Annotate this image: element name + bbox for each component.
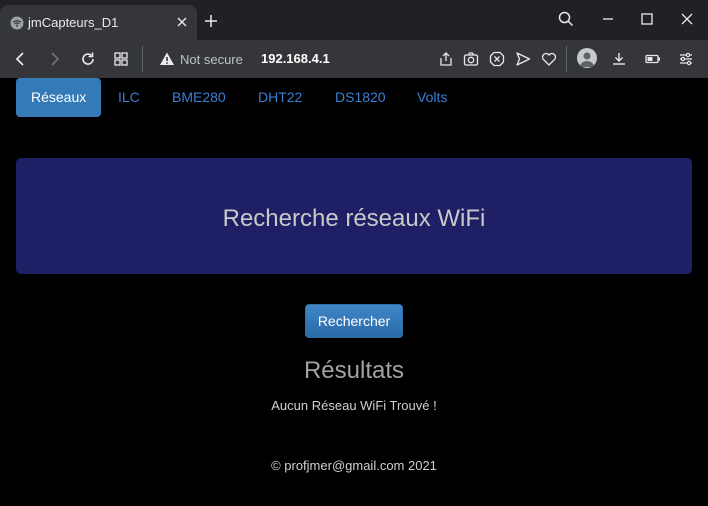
heart-icon[interactable] [540,50,558,68]
warning-icon[interactable] [158,50,176,68]
profile-avatar[interactable] [577,48,597,68]
send-icon[interactable] [514,50,532,68]
user-icon [580,52,594,67]
security-label[interactable]: Not secure [180,52,243,67]
forward-icon[interactable] [45,50,63,68]
results-heading: Résultats [303,357,405,384]
tab-ds1820[interactable]: DS1820 [335,78,386,117]
close-tab-icon[interactable] [176,16,188,28]
search-button[interactable]: Rechercher [305,304,403,338]
adblock-icon[interactable] [488,50,506,68]
browser-tab[interactable]: jmCapteurs_D1 [0,5,197,40]
minimize-icon[interactable] [599,10,617,28]
tab-bme280[interactable]: BME280 [172,78,226,117]
tab-title: jmCapteurs_D1 [28,15,119,30]
address-toolbar: Not secure 192.168.4.1 [0,40,708,78]
results-message: Aucun Réseau WiFi Trouvé ! [271,398,437,413]
toolbar-separator [566,46,567,72]
search-tabs-icon[interactable] [557,10,575,28]
tab-volts[interactable]: Volts [417,78,447,117]
footer-copyright: © profjmer@gmail.com 2021 [271,458,437,473]
new-tab-icon[interactable] [204,14,218,28]
camera-icon[interactable] [462,50,480,68]
battery-icon[interactable] [644,50,662,68]
browser-title-bar: jmCapteurs_D1 [0,0,708,40]
share-icon[interactable] [437,50,455,68]
close-window-icon[interactable] [678,10,696,28]
jumbotron-panel: Recherche réseaux WiFi [16,158,692,274]
tab-ilc[interactable]: ILC [118,78,140,117]
tab-reseaux[interactable]: Réseaux [16,78,102,117]
reload-icon[interactable] [79,50,97,68]
tab-dht22[interactable]: DHT22 [258,78,302,117]
download-icon[interactable] [610,50,628,68]
url-field[interactable]: 192.168.4.1 [261,51,330,66]
settings-sliders-icon[interactable] [677,50,695,68]
tab-grid-icon[interactable] [112,50,130,68]
maximize-icon[interactable] [638,10,656,28]
wifi-icon [10,16,24,30]
page-title: Recherche réseaux WiFi [222,205,486,232]
toolbar-separator [142,46,143,72]
page-content: Réseaux ILC BME280 DHT22 DS1820 Volts Re… [0,78,708,506]
back-icon[interactable] [12,50,30,68]
